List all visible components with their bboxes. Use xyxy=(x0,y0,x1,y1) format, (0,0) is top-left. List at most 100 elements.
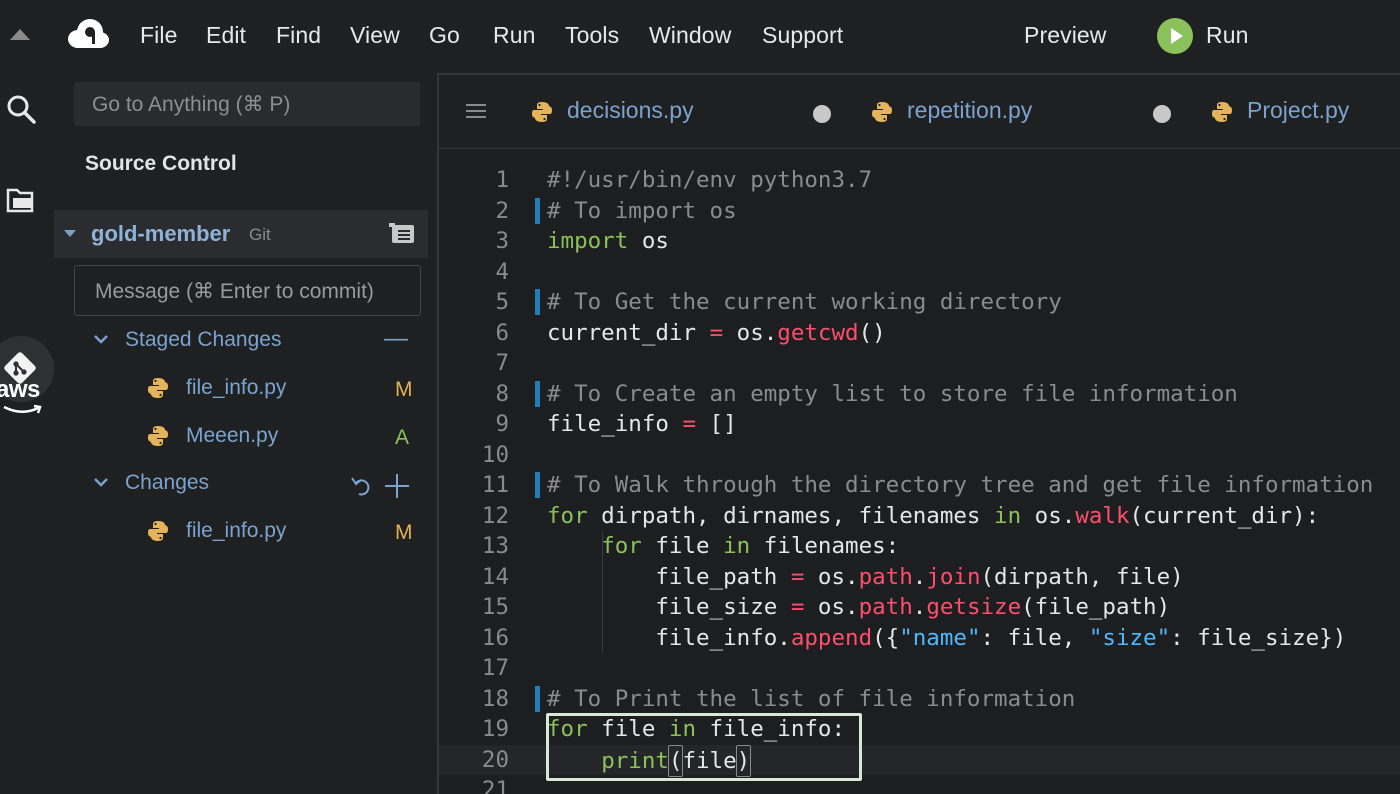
change-marker xyxy=(535,380,540,407)
python-file-icon xyxy=(148,378,168,398)
line-code: for dirpath, dirnames, filenames in os.w… xyxy=(547,502,1320,529)
files-icon[interactable] xyxy=(6,186,36,214)
code-line[interactable]: 11 # To Walk through the directory tree … xyxy=(439,470,1400,501)
code-line[interactable]: 1 #!/usr/bin/env python3.7 xyxy=(439,165,1400,196)
staged-file-row[interactable]: file_info.py M xyxy=(58,370,436,410)
status-badge: M xyxy=(395,521,413,544)
preview-button[interactable]: Preview xyxy=(1024,22,1107,49)
menu-run[interactable]: Run xyxy=(493,22,536,49)
stage-all-plus-icon[interactable] xyxy=(384,473,410,499)
changes-group[interactable]: Changes xyxy=(58,465,436,505)
line-code: file_info.append({"name": file, "size": … xyxy=(547,624,1347,651)
source-control-panel: Go to Anything (⌘ P) Source Control gold… xyxy=(54,72,436,794)
line-code: for file in file_info: xyxy=(547,716,846,742)
change-marker xyxy=(535,472,540,498)
change-marker xyxy=(535,685,540,712)
code-line[interactable]: 8 # To Create an empty list to store fil… xyxy=(439,379,1400,410)
code-line[interactable]: 2 # To import os xyxy=(439,196,1400,227)
menu-find[interactable]: Find xyxy=(276,22,321,49)
code-area[interactable]: 1 #!/usr/bin/env python3.7 2 # To import… xyxy=(439,165,1400,794)
line-code: file_path = os.path.join(dirpath, file) xyxy=(547,563,1184,590)
code-line[interactable]: 6 current_dir = os.getcwd() xyxy=(439,318,1400,349)
staged-file-row[interactable]: Meeen.py A xyxy=(58,418,436,458)
expand-triangle-icon[interactable] xyxy=(64,230,76,237)
go-to-anything-input[interactable]: Go to Anything (⌘ P) xyxy=(74,82,420,126)
repo-header[interactable]: gold-member Git xyxy=(54,210,428,258)
change-marker xyxy=(535,197,540,224)
code-line[interactable]: 9 file_info = [] xyxy=(439,409,1400,440)
code-line[interactable]: 16 file_info.append({"name": file, "size… xyxy=(439,623,1400,654)
line-number: 7 xyxy=(495,350,509,376)
line-number: 21 xyxy=(481,777,509,794)
menu-support[interactable]: Support xyxy=(762,22,843,49)
line-code: current_dir = os.getcwd() xyxy=(547,319,886,346)
menu-view[interactable]: View xyxy=(350,22,400,49)
tab-menu-icon[interactable] xyxy=(466,103,486,119)
python-file-icon xyxy=(532,102,552,122)
menu-bar: File Edit Find View Go Run Tools Window … xyxy=(0,0,1400,72)
changes-label: Changes xyxy=(125,471,210,494)
line-number: 12 xyxy=(481,502,509,529)
tab-decisions[interactable]: decisions.py xyxy=(529,75,831,149)
run-button[interactable]: Run xyxy=(1206,22,1249,49)
changed-file-row[interactable]: file_info.py M xyxy=(58,513,436,553)
line-number: 5 xyxy=(495,289,509,315)
tab-repetition[interactable]: repetition.py xyxy=(869,75,1171,149)
unsaved-dot-icon[interactable] xyxy=(1153,105,1171,123)
tab-project[interactable]: Project.py xyxy=(1209,75,1400,149)
line-number: 15 xyxy=(481,594,509,620)
code-line[interactable]: 12 for dirpath, dirnames, filenames in o… xyxy=(439,501,1400,532)
chevron-down-icon[interactable] xyxy=(94,334,108,344)
python-file-icon xyxy=(872,102,892,122)
code-line[interactable]: 14 file_path = os.path.join(dirpath, fil… xyxy=(439,562,1400,593)
menu-edit[interactable]: Edit xyxy=(206,22,246,49)
line-code: # To Create an empty list to store file … xyxy=(547,380,1238,407)
aws-icon[interactable]: aws xyxy=(0,376,50,416)
line-code: import os xyxy=(547,228,669,254)
repo-vcs-label: Git xyxy=(249,225,271,244)
code-line[interactable]: 18 # To Print the list of file informati… xyxy=(439,684,1400,715)
code-line[interactable]: 19 for file in file_info: xyxy=(439,714,1400,745)
staged-changes-group[interactable]: Staged Changes — xyxy=(58,322,436,362)
line-code: # To Print the list of file information xyxy=(547,685,1076,712)
unsaved-dot-icon[interactable] xyxy=(813,105,831,123)
line-number: 8 xyxy=(495,380,509,407)
menu-go[interactable]: Go xyxy=(429,22,460,49)
code-line[interactable]: 3 import os xyxy=(439,226,1400,257)
status-badge: M xyxy=(395,378,413,401)
code-line[interactable]: 21 xyxy=(439,775,1400,794)
panel-title: Source Control xyxy=(85,152,237,175)
code-line[interactable]: 15 file_size = os.path.getsize(file_path… xyxy=(439,592,1400,623)
discard-changes-icon[interactable] xyxy=(350,474,372,496)
commit-menu-icon[interactable] xyxy=(389,223,415,245)
line-number: 13 xyxy=(481,533,509,559)
aws-smile-icon xyxy=(3,404,42,414)
line-code: file_info = [] xyxy=(547,411,737,437)
line-number: 10 xyxy=(481,441,509,468)
run-play-icon[interactable] xyxy=(1157,18,1193,54)
status-badge: A xyxy=(395,426,410,449)
unstage-all-button[interactable]: — xyxy=(384,325,408,353)
chevron-down-icon[interactable] xyxy=(94,477,108,487)
python-file-icon xyxy=(1212,102,1232,122)
menu-tools[interactable]: Tools xyxy=(565,22,619,49)
line-number: 3 xyxy=(495,228,509,254)
line-number: 18 xyxy=(481,685,509,712)
line-code: # To import os xyxy=(547,197,737,224)
code-line[interactable]: 13 for file in filenames: xyxy=(439,531,1400,562)
menu-window[interactable]: Window xyxy=(649,22,731,49)
commit-message-input[interactable]: Message (⌘ Enter to commit) xyxy=(74,265,421,316)
line-code: file_size = os.path.getsize(file_path) xyxy=(547,594,1171,620)
line-code: for file in filenames: xyxy=(601,533,900,559)
code-line[interactable]: 5 # To Get the current working directory xyxy=(439,287,1400,318)
code-line-current[interactable]: 20 print(file) xyxy=(439,744,1400,777)
code-line[interactable]: 7 xyxy=(439,348,1400,379)
cloud9-logo-icon[interactable] xyxy=(66,17,110,53)
code-line[interactable]: 10 xyxy=(439,440,1400,471)
code-line[interactable]: 4 xyxy=(439,257,1400,288)
line-number: 17 xyxy=(481,655,509,681)
collapse-up-icon[interactable] xyxy=(8,24,32,44)
menu-file[interactable]: File xyxy=(140,22,177,49)
code-line[interactable]: 17 xyxy=(439,653,1400,684)
search-icon[interactable] xyxy=(6,94,36,124)
